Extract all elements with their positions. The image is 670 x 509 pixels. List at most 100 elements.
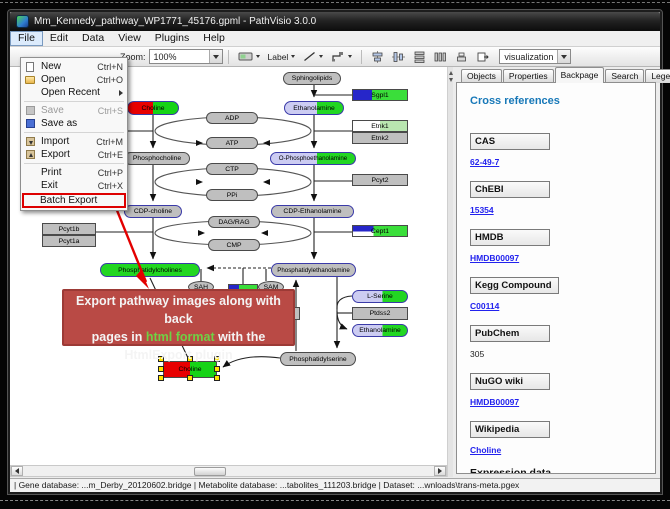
node-dag[interactable]: DAG/RAG — [208, 216, 260, 228]
stack-button[interactable] — [451, 49, 472, 65]
line-icon — [303, 51, 316, 62]
node-adp[interactable]: ADP — [206, 112, 258, 124]
distribute-vertical-icon — [413, 51, 426, 63]
app-icon — [16, 15, 29, 28]
distribute-horizontal-icon — [434, 51, 447, 63]
node-ethanolamine-top[interactable]: Ethanolamine — [284, 101, 344, 115]
node-ptdss2[interactable]: Ptdss2 — [352, 307, 408, 320]
align-center-horizontal-icon — [371, 51, 384, 63]
distribute-horizontal-button[interactable] — [430, 49, 451, 65]
application-window: Mm_Kennedy_pathway_WP1771_45176.gpml - P… — [8, 10, 662, 494]
file-menu-open[interactable]: Open Ctrl+O — [21, 73, 127, 86]
scrollbar-thumb[interactable] — [194, 467, 226, 476]
backpage-section-wikipedia: Wikipedia Choline — [470, 419, 655, 455]
file-menu-export[interactable]: Export Ctrl+E — [21, 148, 127, 161]
node-phosphocholine[interactable]: Phosphocholine — [124, 152, 190, 165]
tab-properties[interactable]: Properties — [503, 69, 554, 83]
status-bar: | Gene database: ...m_Derby_20120602.bri… — [10, 478, 660, 492]
pubchem-value: 305 — [470, 349, 655, 359]
title-bar[interactable]: Mm_Kennedy_pathway_WP1771_45176.gpml - P… — [10, 12, 660, 31]
hmdb-link[interactable]: HMDB00097 — [470, 253, 655, 263]
node-o-phosphoethanolamine[interactable]: O-Phosphoethanolamine — [270, 152, 356, 165]
new-document-icon — [26, 62, 34, 72]
node-pcyt1b[interactable]: Pcyt1b — [42, 223, 96, 235]
distribute-vertical-button[interactable] — [409, 49, 430, 65]
backpage-panel[interactable]: Cross references CAS 62-49-7 ChEBI 15354… — [456, 82, 656, 474]
selection-handle[interactable] — [187, 375, 193, 381]
node-cdp-choline[interactable]: CDP-choline — [124, 205, 182, 218]
file-menu-import[interactable]: Import Ctrl+M — [21, 135, 127, 148]
file-menu-save-as[interactable]: Save as — [21, 117, 127, 130]
backpage-section-pubchem: PubChem 305 — [470, 323, 655, 359]
import-icon — [26, 137, 35, 146]
node-ethanolamine-bottom[interactable]: Ethanolamine — [352, 324, 408, 337]
align-center-vertical-button[interactable] — [388, 49, 409, 65]
node-ppi[interactable]: PPi — [206, 189, 258, 201]
node-phosphatidylcholines[interactable]: Phosphatidylcholines — [100, 263, 200, 277]
file-menu-open-recent[interactable]: Open Recent — [21, 86, 127, 99]
tab-legend[interactable]: Legend — [645, 69, 670, 83]
file-menu-new[interactable]: New Ctrl+N — [21, 60, 127, 73]
horizontal-scrollbar[interactable] — [10, 465, 447, 477]
line-tool-button[interactable] — [299, 49, 327, 64]
nugo-link[interactable]: HMDB00097 — [470, 397, 655, 407]
node-atp[interactable]: ATP — [206, 137, 258, 149]
tab-search[interactable]: Search — [605, 69, 644, 83]
datanode-button[interactable] — [234, 49, 264, 64]
export-view-button[interactable] — [472, 49, 493, 65]
scroll-right-button[interactable] — [434, 466, 446, 476]
selection-handle[interactable] — [214, 375, 220, 381]
node-l-serine[interactable]: L-Serine — [352, 290, 408, 303]
callout-line1: Export pathway images along with back — [64, 292, 293, 328]
menu-edit[interactable]: Edit — [43, 31, 75, 46]
tab-objects[interactable]: Objects — [461, 69, 502, 83]
node-cmp[interactable]: CMP — [208, 239, 260, 251]
backpage-section-chebi: ChEBI 15354 — [470, 179, 655, 215]
selection-handle[interactable] — [214, 366, 220, 372]
visualization-dropdown-arrow[interactable] — [557, 50, 570, 63]
menu-view[interactable]: View — [111, 31, 148, 46]
zoom-combobox[interactable]: 100% — [149, 49, 223, 64]
node-pcyt2[interactable]: Pcyt2 — [352, 174, 408, 186]
tab-backpage[interactable]: Backpage — [555, 67, 605, 83]
menu-separator — [24, 132, 124, 133]
connector-tool-button[interactable] — [327, 49, 356, 64]
section-header: NuGO wiki — [470, 373, 550, 390]
selection-handle[interactable] — [158, 375, 164, 381]
node-ctp[interactable]: CTP — [206, 163, 258, 175]
menu-help[interactable]: Help — [196, 31, 232, 46]
node-pcyt1a[interactable]: Pcyt1a — [42, 235, 96, 247]
wikipedia-link[interactable]: Choline — [470, 445, 655, 455]
menu-data[interactable]: Data — [75, 31, 111, 46]
connector-icon — [331, 51, 345, 62]
scroll-left-button[interactable] — [11, 466, 23, 476]
visualization-value: visualization — [504, 52, 553, 62]
datanode-icon — [238, 51, 253, 62]
kegg-link[interactable]: C00114 — [470, 301, 655, 311]
node-cdp-ethanolamine[interactable]: CDP-Ethanolamine — [271, 205, 354, 218]
node-sgpl1[interactable]: Sgpl1 — [352, 89, 408, 101]
callout-line2: pages in html format with the — [64, 328, 293, 346]
file-menu-exit[interactable]: Exit Ctrl+X — [21, 179, 127, 192]
menu-plugins[interactable]: Plugins — [148, 31, 196, 46]
node-etnk1[interactable]: Etnk1 — [352, 120, 408, 132]
cas-link[interactable]: 62-49-7 — [470, 157, 655, 167]
annotation-callout: Export pathway images along with back pa… — [62, 289, 295, 346]
node-phosphatidylethanolamine[interactable]: Phosphatidylethanolamine — [271, 263, 356, 277]
file-menu-save[interactable]: Save Ctrl+S — [21, 104, 127, 117]
node-sphingolipids[interactable]: Sphingolipids — [283, 72, 341, 85]
file-menu-batch-export[interactable]: Batch Export — [22, 193, 126, 208]
node-cept1[interactable]: Cept1 — [352, 225, 408, 237]
node-etnk2[interactable]: Etnk2 — [352, 132, 408, 144]
visualization-combobox[interactable]: visualization — [499, 49, 571, 64]
node-choline-top[interactable]: Choline — [127, 101, 179, 115]
open-folder-icon — [25, 76, 35, 84]
menu-file[interactable]: File — [10, 31, 43, 46]
file-menu-print[interactable]: Print Ctrl+P — [21, 166, 127, 179]
selection-handle[interactable] — [158, 366, 164, 372]
label-button[interactable]: Label — [264, 50, 300, 64]
align-center-horizontal-button[interactable] — [367, 49, 388, 65]
zoom-dropdown-arrow[interactable] — [209, 50, 222, 63]
chebi-link[interactable]: 15354 — [470, 205, 655, 215]
menu-separator — [24, 101, 124, 102]
